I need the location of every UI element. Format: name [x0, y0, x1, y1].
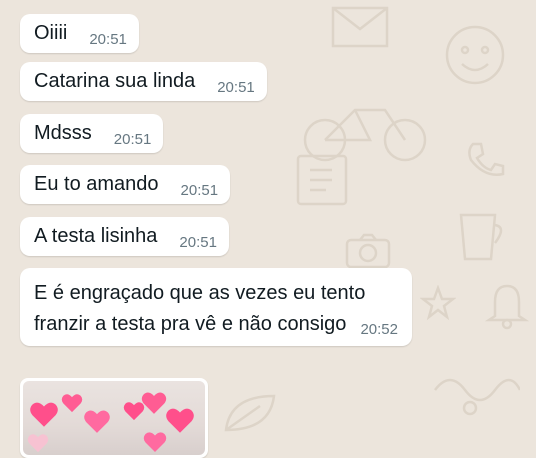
message-bubble[interactable]: Eu to amando 20:51 [20, 165, 231, 204]
doodle-camera-icon [345, 233, 391, 269]
message-time: 20:51 [89, 31, 127, 48]
heart-icon [141, 392, 167, 414]
message-bubble[interactable]: Mdsss 20:51 [20, 114, 164, 153]
message-bubble[interactable]: Catarina sua linda 20:51 [20, 62, 267, 101]
heart-icon [166, 408, 194, 433]
message-time: 20:52 [360, 321, 398, 338]
doodle-bell-icon [485, 284, 529, 330]
heart-icon [143, 432, 167, 452]
message-bubble[interactable]: A testa lisinha 20:51 [20, 217, 229, 256]
image-message[interactable] [20, 378, 208, 458]
message-text: A testa lisinha [34, 225, 158, 247]
heart-icon [30, 402, 58, 427]
heart-icon [84, 410, 110, 433]
doodle-book-icon [296, 154, 348, 206]
doodle-envelope-icon [331, 6, 389, 48]
message-text: Catarina sua linda [34, 70, 196, 92]
message-bubble[interactable]: Oiiii 20:51 [20, 14, 139, 53]
doodle-leaf-icon [224, 394, 276, 432]
message-text: Mdsss [34, 122, 92, 144]
doodle-star-icon [420, 285, 456, 321]
doodle-wave-icon [434, 378, 520, 416]
heart-icon [61, 394, 83, 413]
message-time: 20:51 [113, 131, 152, 148]
doodle-cup-icon [459, 213, 503, 261]
message-time: 20:51 [179, 234, 217, 251]
message-bubble[interactable]: E é engraçado que as vezes eu tento fran… [20, 268, 412, 346]
message-text: Oiiii [34, 22, 68, 44]
doodle-smiley-icon [445, 25, 505, 85]
message-text: Eu to amando [34, 173, 159, 195]
heart-icon [27, 434, 49, 453]
image-thumbnail[interactable] [23, 381, 205, 455]
doodle-phone-icon [468, 142, 505, 176]
message-time: 20:51 [217, 79, 255, 96]
message-time: 20:51 [180, 182, 219, 199]
message-text: E é engraçado que as vezes eu tento fran… [34, 282, 366, 335]
